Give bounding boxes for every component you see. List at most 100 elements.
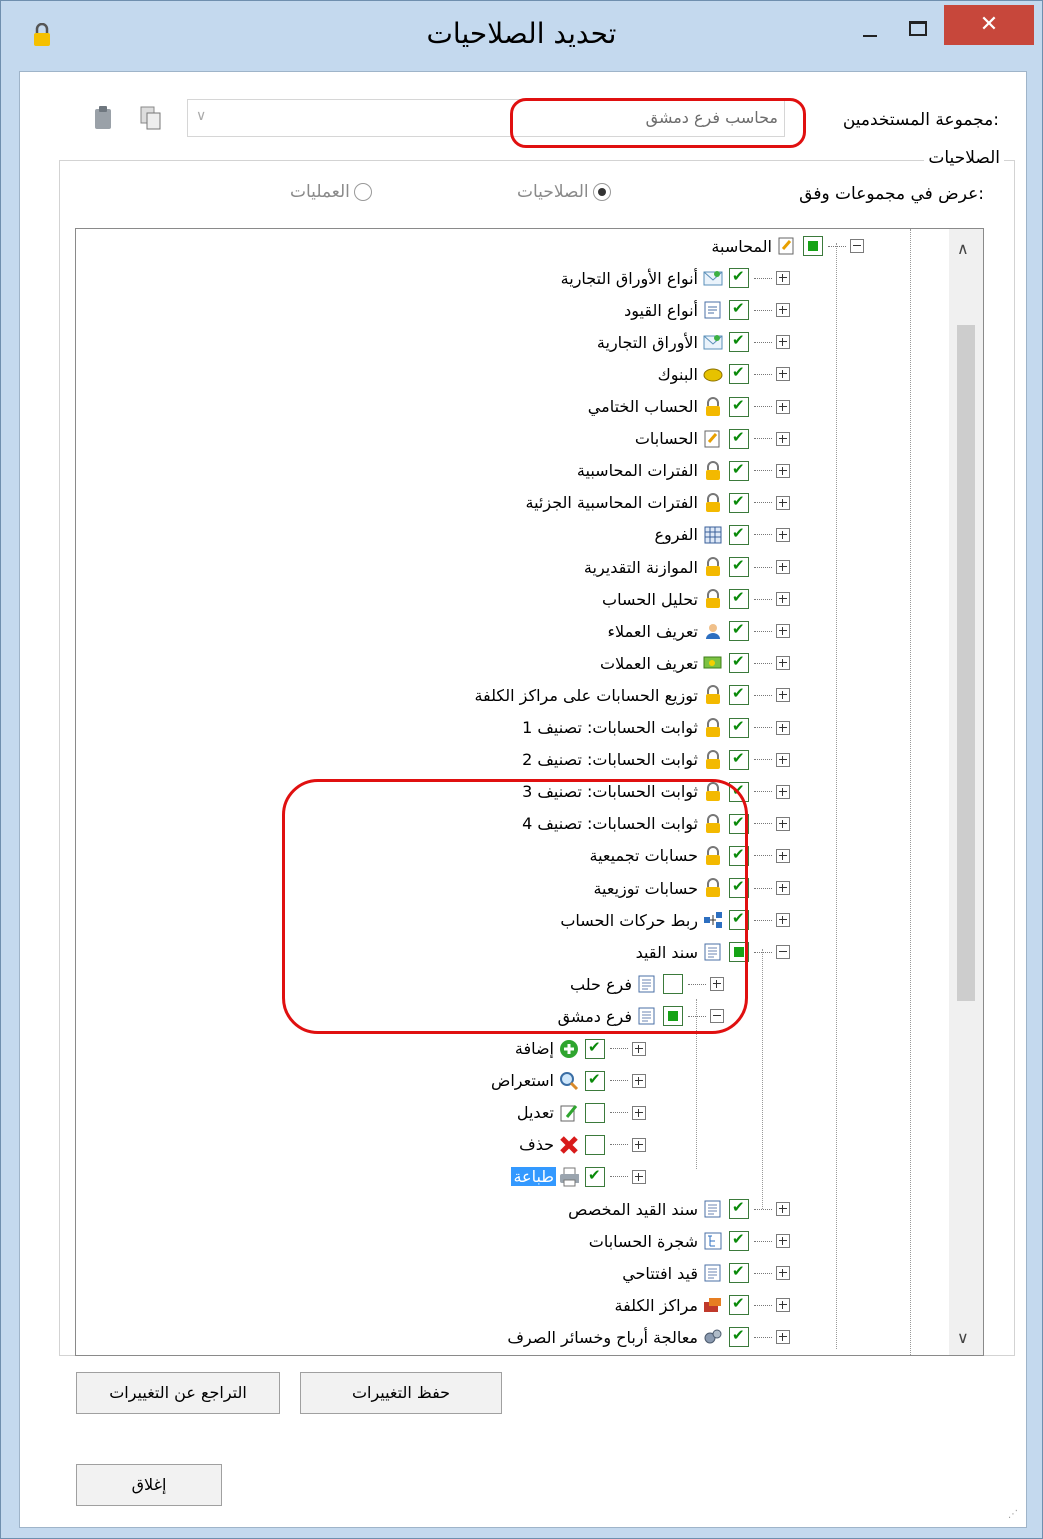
tree-item-label[interactable]: حذف [517, 1135, 556, 1154]
tree-row[interactable]: تحليل الحساب [600, 584, 790, 614]
tree-item-label[interactable]: معالجة أرباح وخسائر الصرف [505, 1328, 700, 1347]
expand-icon[interactable] [776, 624, 790, 639]
paste-icon[interactable] [92, 106, 114, 134]
tree-item-label[interactable]: تعريف العملات [598, 654, 700, 673]
tree-item-checkbox[interactable] [729, 684, 749, 706]
tree-item-label[interactable]: ثوابت الحسابات: تصنيف 2 [520, 750, 700, 769]
tree-item-label[interactable]: الموازنة التقديرية [582, 558, 700, 577]
chevron-up-icon[interactable]: ∧ [957, 239, 969, 258]
radio-permissions[interactable]: الصلاحيات [517, 182, 611, 202]
tree-row[interactable]: سند القيد المخصص [566, 1194, 790, 1224]
tree-row[interactable]: الفروع [652, 520, 790, 550]
tree-row[interactable]: مراكز الكلفة [613, 1290, 790, 1320]
tree-item-checkbox[interactable] [585, 1102, 605, 1123]
tree-row[interactable]: تعريف العملاء [606, 616, 790, 646]
expand-icon[interactable] [776, 592, 790, 607]
tree-item-checkbox[interactable] [729, 267, 749, 289]
tree-item-checkbox[interactable] [729, 396, 749, 417]
tree-item-checkbox[interactable] [729, 1230, 749, 1252]
expand-icon[interactable] [776, 848, 790, 863]
tree-row[interactable]: طباعة [511, 1162, 646, 1192]
tree-item-label[interactable]: استعراض [489, 1071, 556, 1090]
tree-row[interactable]: توزيع الحسابات على مراكز الكلفة [472, 680, 790, 710]
close-button[interactable]: إغلاق [76, 1464, 222, 1506]
tree-item-checkbox[interactable] [585, 1038, 605, 1059]
expand-icon[interactable] [776, 816, 790, 831]
tree-item-checkbox[interactable] [729, 652, 749, 674]
tree-item-checkbox[interactable] [585, 1070, 605, 1091]
tree-item-checkbox[interactable] [729, 460, 749, 481]
tree-item-checkbox[interactable] [729, 524, 749, 545]
resize-grip[interactable]: ⋰ [1008, 1509, 1022, 1523]
tree-item-label[interactable]: قيد افتتاحي [620, 1264, 700, 1283]
tree-row[interactable]: الحساب الختامي [586, 392, 790, 422]
tree-item-checkbox[interactable] [729, 1262, 749, 1284]
tree-item-label[interactable]: الحسابات [633, 429, 700, 448]
expand-icon[interactable] [776, 303, 790, 318]
tree-item-label[interactable]: أنواع الأوراق التجارية [559, 269, 700, 288]
radio-operations[interactable]: العمليات [290, 182, 372, 202]
tree-item-label[interactable]: البنوك [656, 365, 700, 384]
expand-icon[interactable] [776, 1298, 790, 1313]
expand-icon[interactable] [632, 1041, 646, 1056]
radio-on-icon[interactable] [592, 183, 611, 201]
tree-item-label[interactable]: الفروع [652, 525, 700, 544]
maximize-button[interactable] [894, 9, 940, 49]
expand-icon[interactable] [776, 720, 790, 735]
tree-row[interactable]: إضافة [513, 1034, 646, 1064]
tree-item-checkbox[interactable] [729, 556, 749, 577]
tree-row[interactable]: الحسابات [633, 424, 790, 454]
collapse-icon[interactable] [776, 945, 790, 960]
tree-item-checkbox[interactable] [585, 1166, 605, 1187]
chevron-down-icon[interactable]: ∨ [196, 108, 206, 124]
tree-item-label[interactable]: مراكز الكلفة [613, 1296, 701, 1315]
tree-row[interactable]: تعديل [515, 1098, 646, 1128]
radio-off-icon[interactable] [353, 183, 372, 201]
tree-item-checkbox[interactable] [729, 331, 749, 353]
expand-icon[interactable] [632, 1169, 646, 1184]
collapse-icon[interactable] [850, 239, 864, 253]
revert-changes-button[interactable]: التراجع عن التغييرات [76, 1372, 280, 1414]
tree-row[interactable]: معالجة أرباح وخسائر الصرف [505, 1322, 790, 1352]
expand-icon[interactable] [776, 1330, 790, 1345]
tree-item-label[interactable]: شجرة الحسابات [587, 1232, 700, 1251]
tree-item-label[interactable]: الأوراق التجارية [595, 333, 700, 352]
expand-icon[interactable] [776, 1266, 790, 1281]
tree-item-label[interactable]: الفترات المحاسبية [575, 461, 700, 480]
copy-icon[interactable] [140, 106, 162, 134]
scrollbar[interactable]: ∧ ∨ [949, 229, 983, 1355]
expand-icon[interactable] [632, 1105, 646, 1120]
tree-item-checkbox[interactable] [729, 363, 749, 385]
tree-row[interactable]: تعريف العملات [598, 648, 790, 678]
expand-icon[interactable] [776, 1202, 790, 1216]
tree-item-checkbox[interactable] [729, 717, 749, 738]
tree-item-label[interactable]: إضافة [513, 1039, 556, 1058]
tree-item-checkbox[interactable] [729, 620, 749, 642]
tree-item-label[interactable]: تحليل الحساب [600, 590, 700, 609]
expand-icon[interactable] [776, 656, 790, 671]
tree-row[interactable]: الفترات المحاسبية الجزئية [524, 488, 790, 518]
save-changes-button[interactable]: حفظ التغييرات [300, 1372, 502, 1414]
tree-item-label[interactable]: المحاسبة [709, 237, 774, 256]
tree-item-checkbox[interactable] [729, 299, 749, 321]
close-window-button[interactable]: ✕ [944, 5, 1034, 45]
tree-item-checkbox[interactable] [729, 492, 749, 513]
tree-item-checkbox[interactable] [585, 1134, 605, 1155]
tree-item-checkbox[interactable] [729, 588, 749, 610]
tree-row[interactable]: الأوراق التجارية [595, 327, 790, 357]
tree-row[interactable]: شجرة الحسابات [587, 1226, 790, 1256]
tree-row[interactable]: ثوابت الحسابات: تصنيف 1 [520, 713, 790, 743]
tree-row[interactable]: البنوك [656, 359, 790, 389]
tree-row[interactable]: أنواع القيود [622, 295, 790, 325]
expand-icon[interactable] [776, 913, 790, 928]
expand-icon[interactable] [776, 752, 790, 767]
tree-item-label[interactable]: أنواع القيود [622, 301, 700, 320]
expand-icon[interactable] [776, 335, 790, 350]
expand-icon[interactable] [632, 1073, 646, 1088]
expand-icon[interactable] [776, 495, 790, 510]
tree-row[interactable]: قيد افتتاحي [620, 1258, 790, 1288]
tree-item-label[interactable]: تعديل [515, 1103, 556, 1122]
tree-row[interactable]: حذف [517, 1130, 646, 1160]
tree-item-label[interactable]: توزيع الحسابات على مراكز الكلفة [472, 686, 700, 705]
tree-item-checkbox[interactable] [803, 236, 823, 256]
